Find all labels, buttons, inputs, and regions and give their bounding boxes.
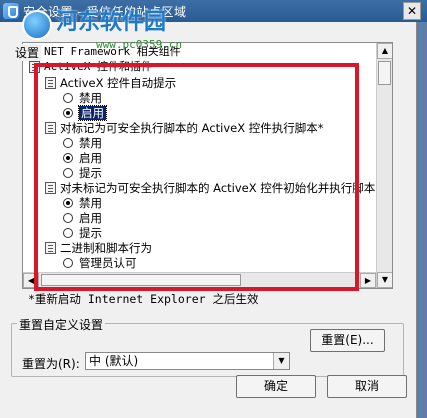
- tree-group-binary-behavior: 二进制和脚本行为: [45, 241, 152, 255]
- horizontal-scrollbar[interactable]: ◀ ▶: [23, 272, 376, 288]
- scroll-right-icon[interactable]: ▶: [360, 273, 376, 288]
- reset-group-legend: 重置自定义设置: [17, 316, 106, 333]
- tree-item-activex[interactable]: ActiveX 控件和插件: [29, 60, 152, 74]
- tree-item-label: NET Framework 相关组件: [44, 45, 181, 58]
- radio-binary-admin[interactable]: 管理员认可: [63, 256, 137, 270]
- settings-folder-icon: [45, 77, 56, 89]
- tree-item-net-framework[interactable]: NET Framework 相关组件: [29, 45, 181, 59]
- title-bar: 安全设置 - 受信任的站点区域 ✕: [0, 0, 427, 22]
- chevron-down-icon[interactable]: ▼: [273, 353, 289, 369]
- radio-label: 禁用: [79, 91, 102, 105]
- settings-folder-icon: [45, 242, 56, 254]
- tree-group-label: 二进制和脚本行为: [60, 241, 152, 255]
- radio-label: 启用: [79, 211, 102, 225]
- tree-group-label: 对标记为可安全执行脚本的 ActiveX 控件执行脚本*: [60, 121, 324, 135]
- radio-button-checked-icon: [63, 108, 73, 118]
- ok-button[interactable]: 确定: [236, 375, 316, 398]
- radio-button-icon: [63, 93, 73, 103]
- restart-note: *重新启动 Internet Explorer 之后生效: [28, 292, 259, 306]
- radio-safe-enable[interactable]: 启用: [63, 151, 102, 165]
- tree-group-label: ActiveX 控件自动提示: [60, 76, 177, 90]
- radio-prompt-disable[interactable]: 禁用: [63, 91, 102, 105]
- tree-group-unsafe-script: 对未标记为可安全执行脚本的 ActiveX 控件初始化并执行脚本: [45, 181, 375, 195]
- radio-label: 提示: [79, 226, 102, 240]
- radio-label: 禁用: [79, 196, 102, 210]
- settings-folder-icon: [45, 182, 56, 194]
- radio-safe-disable[interactable]: 禁用: [63, 136, 102, 150]
- scroll-up-icon[interactable]: ▲: [377, 43, 392, 59]
- radio-prompt-enable[interactable]: 启用: [63, 105, 107, 121]
- radio-label: 启用: [78, 105, 107, 121]
- radio-unsafe-prompt[interactable]: 提示: [63, 226, 102, 240]
- close-button[interactable]: ✕: [403, 2, 421, 20]
- scroll-thumb[interactable]: [41, 274, 241, 286]
- radio-safe-prompt[interactable]: 提示: [63, 166, 102, 180]
- scroll-left-icon[interactable]: ◀: [23, 273, 39, 288]
- radio-label: 管理员认可: [79, 256, 137, 270]
- settings-tree[interactable]: NET Framework 相关组件 ActiveX 控件和插件 ActiveX…: [22, 42, 393, 289]
- settings-folder-icon: [29, 61, 40, 73]
- reset-level-value: 中 (默认): [89, 354, 139, 368]
- security-settings-dialog: 设置 NET Framework 相关组件 ActiveX 控件和插件 Acti…: [0, 22, 417, 418]
- tree-item-label: ActiveX 控件和插件: [44, 60, 152, 73]
- tree-group-safe-script: 对标记为可安全执行脚本的 ActiveX 控件执行脚本*: [45, 121, 324, 135]
- radio-unsafe-enable[interactable]: 启用: [63, 211, 102, 225]
- radio-unsafe-disable[interactable]: 禁用: [63, 196, 102, 210]
- tree-group-activex-prompt: ActiveX 控件自动提示: [45, 76, 176, 90]
- scroll-down-icon[interactable]: ▼: [377, 272, 392, 288]
- reset-level-select[interactable]: 中 (默认) ▼: [85, 352, 290, 370]
- background-window-edge: [417, 22, 427, 418]
- scroll-thumb[interactable]: [378, 61, 391, 85]
- cancel-button[interactable]: 取消: [327, 375, 407, 398]
- radio-label: 提示: [79, 166, 102, 180]
- radio-label: 启用: [79, 151, 102, 165]
- vertical-scrollbar[interactable]: ▲ ▼: [376, 43, 392, 288]
- radio-button-icon: [63, 228, 73, 238]
- radio-button-checked-icon: [63, 198, 73, 208]
- window-title: 安全设置 - 受信任的站点区域: [23, 4, 187, 19]
- settings-group-label: 设置: [13, 44, 42, 61]
- shield-icon: [3, 3, 19, 19]
- radio-label: 禁用: [79, 136, 102, 150]
- tree-group-label: 对未标记为可安全执行脚本的 ActiveX 控件初始化并执行脚本: [60, 181, 376, 195]
- reset-button[interactable]: 重置(E)...: [310, 329, 385, 352]
- radio-button-icon: [63, 213, 73, 223]
- radio-button-icon: [63, 168, 73, 178]
- radio-button-checked-icon: [63, 153, 73, 163]
- radio-button-icon: [63, 258, 73, 268]
- reset-to-label: 重置为(R):: [22, 357, 80, 371]
- settings-folder-icon: [45, 122, 56, 134]
- radio-button-icon: [63, 138, 73, 148]
